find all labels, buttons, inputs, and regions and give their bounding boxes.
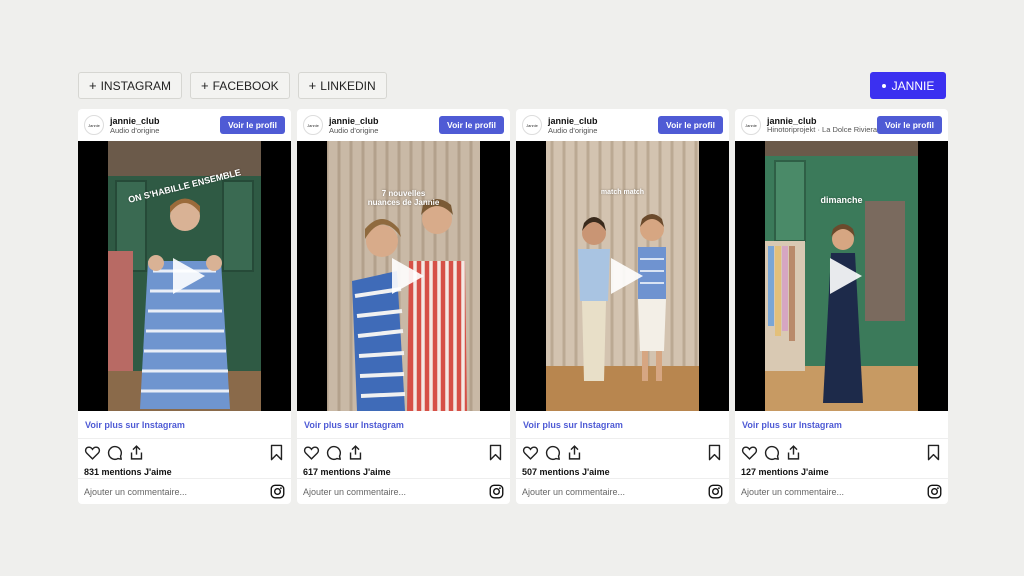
comment-input[interactable]: Ajouter un commentaire... — [84, 487, 270, 497]
post-header: Jannie jannie_club Audio d'origine Voir … — [78, 109, 291, 141]
share-icon[interactable] — [347, 444, 364, 461]
view-more-link[interactable]: Voir plus sur Instagram — [78, 411, 291, 439]
video-caption: match match — [600, 189, 645, 196]
dot-icon — [881, 83, 886, 88]
comment-box: Ajouter un commentaire... — [735, 478, 948, 504]
view-more-link[interactable]: Voir plus sur Instagram — [297, 411, 510, 439]
avatar[interactable]: Jannie — [741, 115, 761, 135]
comment-input[interactable]: Ajouter un commentaire... — [741, 487, 927, 497]
play-icon[interactable] — [605, 256, 645, 296]
instagram-icon[interactable] — [708, 484, 723, 499]
username[interactable]: jannie_club — [767, 116, 877, 126]
comment-icon[interactable] — [325, 444, 342, 461]
post-header: Jannie jannie_club Hinotoriprojekt · La … — [735, 109, 948, 141]
view-profile-button[interactable]: Voir le profil — [220, 116, 285, 134]
plus-icon: + — [201, 78, 209, 93]
bookmark-icon[interactable] — [925, 444, 942, 461]
jannie-brand-button[interactable]: JANNIE — [870, 72, 946, 99]
post-actions — [78, 439, 291, 465]
instagram-icon[interactable] — [927, 484, 942, 499]
comment-icon[interactable] — [763, 444, 780, 461]
share-icon[interactable] — [128, 444, 145, 461]
brand-label: JANNIE — [891, 78, 935, 93]
bookmark-icon[interactable] — [706, 444, 723, 461]
account-info: jannie_club Audio d'origine — [548, 116, 658, 135]
avatar-text: Jannie — [88, 122, 100, 128]
heart-icon[interactable] — [303, 444, 320, 461]
instagram-embeds: Jannie jannie_club Audio d'origine Voir … — [78, 109, 948, 504]
add-instagram-button[interactable]: + INSTAGRAM — [78, 72, 183, 99]
avatar-text: Jannie — [307, 122, 319, 128]
video-thumbnail[interactable]: dimanche — [735, 141, 948, 411]
comment-box: Ajouter un commentaire... — [78, 478, 291, 504]
instagram-post-card: Jannie jannie_club Hinotoriprojekt · La … — [735, 109, 948, 504]
audio-label[interactable]: Audio d'origine — [329, 126, 439, 135]
account-info: jannie_club Audio d'origine — [110, 116, 220, 135]
view-profile-button[interactable]: Voir le profil — [877, 116, 942, 134]
likes-count[interactable]: 507 mentions J'aime — [516, 465, 729, 479]
audio-label[interactable]: Audio d'origine — [110, 126, 220, 135]
comment-box: Ajouter un commentaire... — [516, 478, 729, 504]
account-info: jannie_club Hinotoriprojekt · La Dolce R… — [767, 116, 877, 135]
comment-box: Ajouter un commentaire... — [297, 478, 510, 504]
video-caption: 7 nouvelles nuances de Jannie — [367, 189, 440, 207]
view-more-link[interactable]: Voir plus sur Instagram — [735, 411, 948, 439]
instagram-icon[interactable] — [270, 484, 285, 499]
video-caption: dimanche — [820, 195, 863, 205]
bookmark-icon[interactable] — [268, 444, 285, 461]
post-actions — [516, 439, 729, 465]
play-icon[interactable] — [824, 256, 864, 296]
share-toolbar: + INSTAGRAM + FACEBOOK + LINKEDIN — [78, 72, 387, 99]
likes-count[interactable]: 127 mentions J'aime — [735, 465, 948, 479]
view-profile-button[interactable]: Voir le profil — [658, 116, 723, 134]
share-icon[interactable] — [785, 444, 802, 461]
comment-icon[interactable] — [544, 444, 561, 461]
comment-input[interactable]: Ajouter un commentaire... — [303, 487, 489, 497]
instagram-post-card: Jannie jannie_club Audio d'origine Voir … — [297, 109, 510, 504]
post-actions — [735, 439, 948, 465]
instagram-post-card: Jannie jannie_club Audio d'origine Voir … — [516, 109, 729, 504]
linkedin-label: LINKEDIN — [320, 78, 376, 93]
video-thumbnail[interactable]: 7 nouvelles nuances de Jannie — [297, 141, 510, 411]
comment-icon[interactable] — [106, 444, 123, 461]
username[interactable]: jannie_club — [329, 116, 439, 126]
post-header: Jannie jannie_club Audio d'origine Voir … — [297, 109, 510, 141]
avatar[interactable]: Jannie — [84, 115, 104, 135]
share-icon[interactable] — [566, 444, 583, 461]
audio-label[interactable]: Audio d'origine — [548, 126, 658, 135]
add-facebook-button[interactable]: + FACEBOOK — [190, 72, 290, 99]
post-actions — [297, 439, 510, 465]
avatar[interactable]: Jannie — [303, 115, 323, 135]
post-header: Jannie jannie_club Audio d'origine Voir … — [516, 109, 729, 141]
view-more-link[interactable]: Voir plus sur Instagram — [516, 411, 729, 439]
audio-label[interactable]: Hinotoriprojekt · La Dolce Riviera — [767, 126, 877, 135]
play-icon[interactable] — [167, 256, 207, 296]
username[interactable]: jannie_club — [110, 116, 220, 126]
avatar[interactable]: Jannie — [522, 115, 542, 135]
instagram-label: INSTAGRAM — [100, 78, 172, 93]
video-thumbnail[interactable]: match match — [516, 141, 729, 411]
username[interactable]: jannie_club — [548, 116, 658, 126]
likes-count[interactable]: 617 mentions J'aime — [297, 465, 510, 479]
comment-input[interactable]: Ajouter un commentaire... — [522, 487, 708, 497]
plus-icon: + — [308, 78, 317, 93]
instagram-post-card: Jannie jannie_club Audio d'origine Voir … — [78, 109, 291, 504]
view-profile-button[interactable]: Voir le profil — [439, 116, 504, 134]
facebook-label: FACEBOOK — [212, 78, 279, 93]
bookmark-icon[interactable] — [487, 444, 504, 461]
account-info: jannie_club Audio d'origine — [329, 116, 439, 135]
avatar-text: Jannie — [745, 122, 757, 128]
instagram-icon[interactable] — [489, 484, 504, 499]
add-linkedin-button[interactable]: + LINKEDIN — [297, 72, 387, 99]
avatar-text: Jannie — [526, 122, 538, 128]
play-icon[interactable] — [386, 256, 426, 296]
video-thumbnail[interactable]: ON S'HABILLE ENSEMBLE — [78, 141, 291, 411]
likes-count[interactable]: 831 mentions J'aime — [78, 465, 291, 479]
plus-icon: + — [89, 78, 97, 93]
heart-icon[interactable] — [741, 444, 758, 461]
heart-icon[interactable] — [84, 444, 101, 461]
heart-icon[interactable] — [522, 444, 539, 461]
